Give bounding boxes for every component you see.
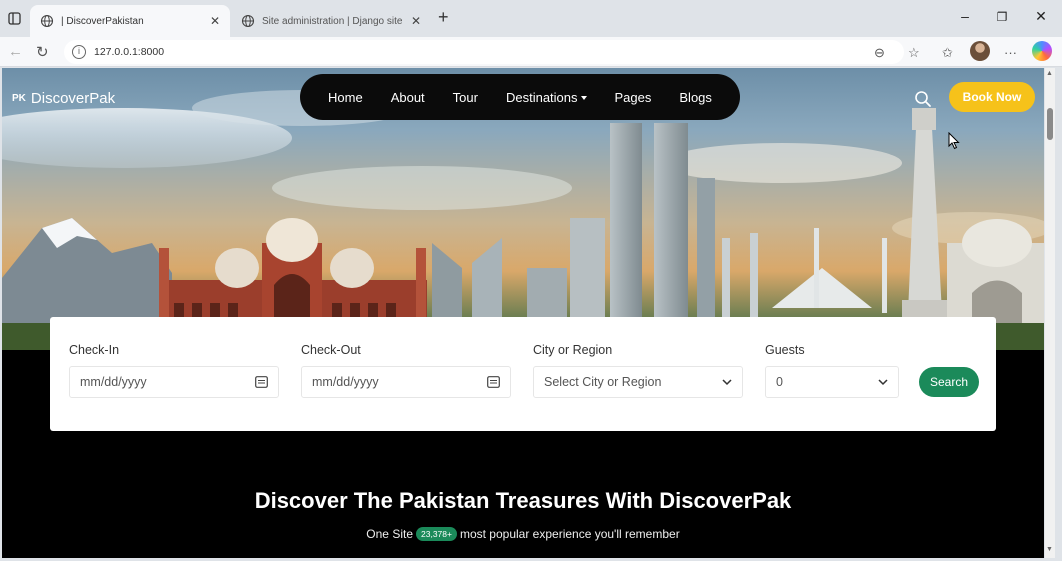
tab-close-icon[interactable]: ✕ — [411, 14, 421, 28]
checkin-group: Check-In mm/dd/yyyy — [69, 343, 279, 398]
subheadline-suffix: most popular experience you'll remember — [459, 527, 680, 541]
nav-destinations-label: Destinations — [505, 89, 578, 105]
tab-title: Site administration | Django site a — [262, 15, 405, 27]
tab-actions-icon[interactable] — [8, 12, 21, 25]
close-window-icon[interactable]: ✕ — [1026, 8, 1056, 25]
globe-icon — [40, 14, 54, 28]
chevron-down-icon — [878, 378, 888, 385]
tab-close-icon[interactable]: ✕ — [210, 14, 220, 28]
page-scrollbar[interactable]: ▲ ▼ — [1045, 68, 1055, 558]
guests-label: Guests — [765, 343, 805, 357]
restore-icon[interactable]: ❐ — [987, 10, 1017, 24]
page-viewport: PK DiscoverPak Home About Tour Destinati… — [2, 68, 1044, 558]
city-label: City or Region — [533, 343, 613, 357]
browser-tab-strip: | DiscoverPakistan ✕ Site administration… — [0, 0, 1062, 37]
nav-blogs[interactable]: Blogs — [679, 90, 712, 105]
count-badge: 23,378+ — [416, 527, 457, 541]
minimize-icon[interactable]: – — [950, 8, 980, 24]
search-button[interactable]: Search — [919, 367, 979, 397]
favorites-icon[interactable]: ✩ — [942, 45, 953, 61]
browser-toolbar: ← ↻ i 127.0.0.1:8000 ⊖ ☆ ✩ ··· — [0, 37, 1062, 67]
scroll-down-icon[interactable]: ▼ — [1046, 546, 1053, 553]
page-subheadline: One Site 23,378+ most popular experience y… — [2, 527, 1044, 541]
nav-destinations-dropdown[interactable]: Destinations — [506, 90, 587, 105]
city-group: City or Region Select City or Region — [533, 343, 743, 398]
brand-mark: PK — [12, 93, 26, 104]
main-nav: Home About Tour Destinations Pages Blogs — [300, 74, 740, 120]
brand-name: DiscoverPak — [30, 90, 116, 107]
nav-home[interactable]: Home — [328, 90, 363, 105]
new-tab-icon[interactable]: + — [438, 7, 449, 28]
site-info-icon[interactable]: i — [72, 45, 86, 59]
city-select[interactable]: Select City or Region — [533, 366, 743, 398]
tab-django-admin[interactable]: Site administration | Django site a ✕ — [231, 5, 431, 37]
caret-down-icon — [580, 96, 587, 101]
nav-about[interactable]: About — [391, 90, 425, 105]
tab-title: | DiscoverPakistan — [61, 15, 144, 27]
scrollbar-thumb[interactable] — [1047, 108, 1053, 140]
address-bar[interactable]: i 127.0.0.1:8000 — [64, 40, 904, 64]
guests-selected-value: 0 — [776, 375, 783, 389]
url-text: 127.0.0.1:8000 — [94, 46, 165, 58]
book-now-button[interactable]: Book Now — [949, 82, 1035, 112]
nav-pages[interactable]: Pages — [615, 90, 652, 105]
checkout-group: Check-Out mm/dd/yyyy — [301, 343, 511, 398]
nav-tour[interactable]: Tour — [453, 90, 478, 105]
guests-group: Guests 0 — [765, 343, 899, 398]
checkout-input[interactable]: mm/dd/yyyy — [301, 366, 511, 398]
guests-select[interactable]: 0 — [765, 366, 899, 398]
checkout-label: Check-Out — [301, 343, 361, 357]
checkin-input[interactable]: mm/dd/yyyy — [69, 366, 279, 398]
profile-avatar[interactable] — [970, 41, 990, 61]
city-selected-value: Select City or Region — [544, 375, 662, 389]
calendar-icon[interactable] — [487, 376, 500, 388]
scroll-up-icon[interactable]: ▲ — [1046, 70, 1053, 77]
calendar-icon[interactable] — [255, 376, 268, 388]
tab-discoverpakistan[interactable]: | DiscoverPakistan ✕ — [30, 5, 230, 37]
favorite-star-icon[interactable]: ☆ — [908, 45, 920, 61]
copilot-icon[interactable] — [1032, 41, 1052, 61]
globe-icon — [241, 14, 255, 28]
search-icon[interactable] — [914, 90, 932, 108]
page-headline: Discover The Pakistan Treasures With Dis… — [254, 488, 792, 513]
mouse-pointer-icon — [948, 132, 960, 150]
subheadline-prefix: One Site — [366, 527, 413, 541]
checkout-placeholder: mm/dd/yyyy — [312, 375, 379, 389]
checkin-label: Check-In — [69, 343, 120, 357]
reload-icon[interactable]: ↻ — [36, 43, 49, 61]
chevron-down-icon — [722, 378, 732, 385]
read-aloud-icon[interactable]: ⊖ — [874, 45, 885, 61]
brand-logo[interactable]: PK DiscoverPak — [12, 90, 115, 107]
booking-form: Check-In mm/dd/yyyy Check-Out mm/dd/yyyy… — [50, 317, 996, 431]
checkin-placeholder: mm/dd/yyyy — [80, 375, 147, 389]
more-menu-icon[interactable]: ··· — [1004, 45, 1017, 60]
back-icon[interactable]: ← — [8, 43, 23, 60]
